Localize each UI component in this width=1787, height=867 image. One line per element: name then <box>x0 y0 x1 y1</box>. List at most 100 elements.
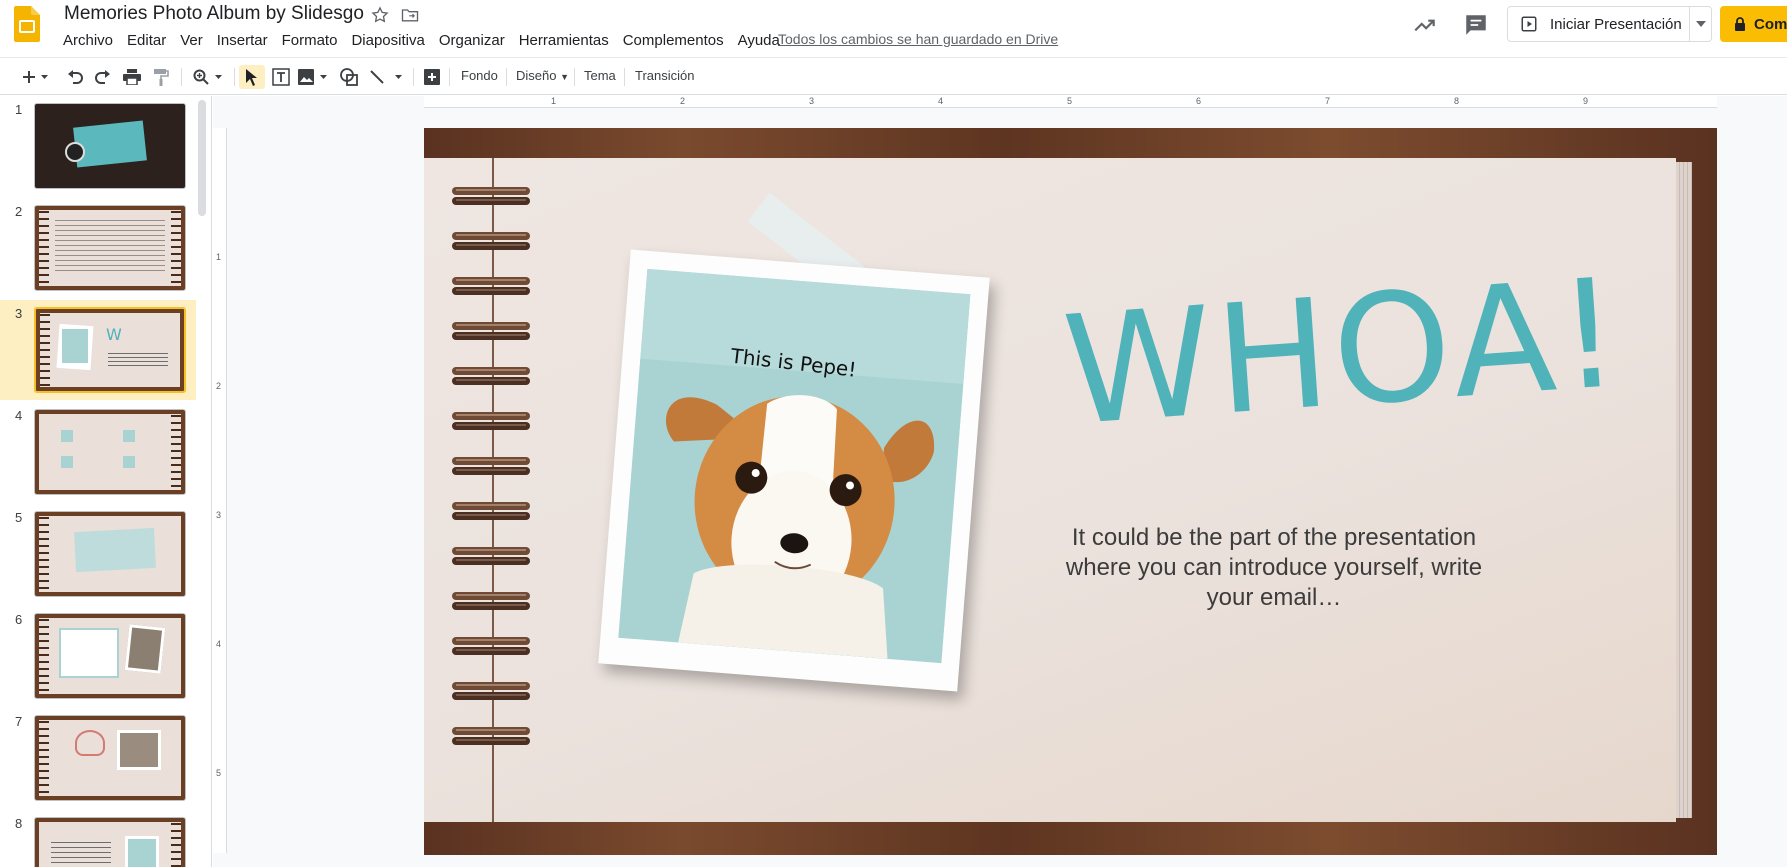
spiral-coil <box>452 412 530 430</box>
menu-editar[interactable]: Editar <box>120 30 173 51</box>
notebook-spine <box>492 158 494 822</box>
slide-thumbnail[interactable] <box>34 613 186 699</box>
theme-button[interactable]: Tema <box>584 68 616 83</box>
line-button[interactable] <box>366 65 406 89</box>
redo-icon <box>95 70 110 84</box>
ruler-mark: 4 <box>938 96 944 106</box>
lock-icon <box>1735 17 1745 31</box>
spiral-coil <box>452 187 530 205</box>
slide-thumbnail-row: 2 <box>0 198 196 298</box>
background-button[interactable]: Fondo <box>461 68 498 83</box>
toolbar-divider <box>624 68 625 86</box>
ruler-mark: 5 <box>216 768 222 778</box>
toolbar-divider <box>413 68 414 86</box>
print-button[interactable] <box>119 65 145 89</box>
slide-thumbnail-selected[interactable]: W <box>34 307 186 393</box>
document-title[interactable]: Memories Photo Album by Slidesgo <box>64 3 364 25</box>
layout-label: Diseño <box>516 68 557 83</box>
slide-number: 2 <box>15 204 23 219</box>
ruler-mark: 1 <box>216 252 222 262</box>
slide-thumbnail-row: 5 <box>0 504 196 604</box>
insert-comment-button[interactable] <box>419 65 445 89</box>
slide-number: 1 <box>15 102 23 117</box>
slide-thumbnail-row: 4 <box>0 402 196 502</box>
toolbar-divider <box>181 68 182 86</box>
toolbar-divider <box>574 68 575 86</box>
slide-thumbnail-row: 8 <box>0 810 196 867</box>
menu-herramientas[interactable]: Herramientas <box>512 30 616 51</box>
ruler-mark: 4 <box>216 639 222 649</box>
move-to-folder-icon[interactable] <box>400 5 420 25</box>
text-box-icon <box>272 68 290 86</box>
slide-thumbnail-row-selected: 3 W <box>0 300 196 400</box>
menu-archivo[interactable]: Archivo <box>56 30 120 51</box>
shape-button[interactable] <box>336 65 362 89</box>
horizontal-ruler: 1 2 3 4 5 6 7 8 9 <box>424 96 1717 108</box>
activity-trend-icon[interactable] <box>1412 12 1438 38</box>
spiral-coil <box>452 277 530 295</box>
ruler-mark: 2 <box>680 96 686 106</box>
present-options-dropdown[interactable] <box>1690 7 1711 41</box>
spiral-coil <box>452 232 530 250</box>
save-status-link[interactable]: Todos los cambios se han guardado en Dri… <box>778 31 1058 47</box>
slide-thumbnail-row: 1 <box>0 96 196 196</box>
ruler-mark: 7 <box>1325 96 1331 106</box>
slide-thumbnail[interactable] <box>34 205 186 291</box>
slide-number: 5 <box>15 510 23 525</box>
chihuahua-image <box>618 268 971 664</box>
paint-format-button[interactable] <box>148 65 174 89</box>
current-slide[interactable]: This is Pepe! WHOA! It could be the part… <box>424 128 1717 855</box>
undo-button[interactable] <box>62 65 88 89</box>
filmstrip-scrollbar[interactable] <box>198 100 206 216</box>
toolbar: Fondo Diseño ▼ Tema Transición <box>0 57 1787 95</box>
slides-logo-icon[interactable] <box>14 6 40 42</box>
redo-button[interactable] <box>90 65 116 89</box>
menu-ver[interactable]: Ver <box>173 30 210 51</box>
transition-button[interactable]: Transición <box>635 68 694 83</box>
menu-insertar[interactable]: Insertar <box>210 30 275 51</box>
star-icon[interactable] <box>370 5 390 25</box>
comments-icon[interactable] <box>1463 12 1489 38</box>
ruler-mark: 1 <box>551 96 557 106</box>
spiral-coil <box>452 457 530 475</box>
slide-filmstrip: 1 2 3 W 4 5 6 7 8 <box>0 96 212 867</box>
intro-text[interactable]: It could be the part of the presentation… <box>1064 523 1484 613</box>
spiral-coil <box>452 592 530 610</box>
new-slide-button[interactable] <box>16 65 56 89</box>
spiral-coil <box>452 637 530 655</box>
present-button[interactable]: Iniciar Presentación <box>1507 6 1712 42</box>
ruler-mark: 5 <box>1067 96 1073 106</box>
ruler-mark: 2 <box>216 381 222 391</box>
zoom-button[interactable] <box>188 65 228 89</box>
zoom-icon <box>193 69 222 85</box>
slide-thumbnail[interactable] <box>34 103 186 189</box>
toolbar-divider <box>234 68 235 86</box>
insert-image-button[interactable] <box>296 65 330 89</box>
spiral-coil <box>452 547 530 565</box>
layout-button[interactable]: Diseño ▼ <box>516 68 569 83</box>
select-tool-button[interactable] <box>239 65 265 89</box>
slide-thumbnail[interactable] <box>34 817 186 867</box>
plus-icon <box>23 71 48 83</box>
shape-icon <box>340 68 358 86</box>
menu-diapositiva[interactable]: Diapositiva <box>344 30 431 51</box>
slide-thumbnail[interactable] <box>34 409 186 495</box>
start-presentation-button[interactable]: Iniciar Presentación <box>1508 7 1690 41</box>
menu-organizar[interactable]: Organizar <box>432 30 512 51</box>
dog-photo[interactable]: This is Pepe! <box>618 268 971 664</box>
slide-thumbnail[interactable] <box>34 511 186 597</box>
share-button[interactable]: Comp <box>1720 6 1787 42</box>
menu-formato[interactable]: Formato <box>275 30 345 51</box>
vertical-ruler: 1 2 3 4 5 <box>213 128 227 853</box>
ruler-mark: 6 <box>1196 96 1202 106</box>
headline-text[interactable]: WHOA! <box>1059 247 1629 460</box>
print-icon <box>123 69 141 85</box>
slide-thumbnail[interactable] <box>34 715 186 801</box>
polaroid-photo[interactable]: This is Pepe! <box>598 249 990 692</box>
image-icon <box>298 69 327 85</box>
menu-complementos[interactable]: Complementos <box>616 30 731 51</box>
toolbar-divider <box>449 68 450 86</box>
slide-number: 4 <box>15 408 23 423</box>
text-box-button[interactable] <box>268 65 294 89</box>
top-header: Memories Photo Album by Slidesgo Archivo… <box>0 0 1787 56</box>
